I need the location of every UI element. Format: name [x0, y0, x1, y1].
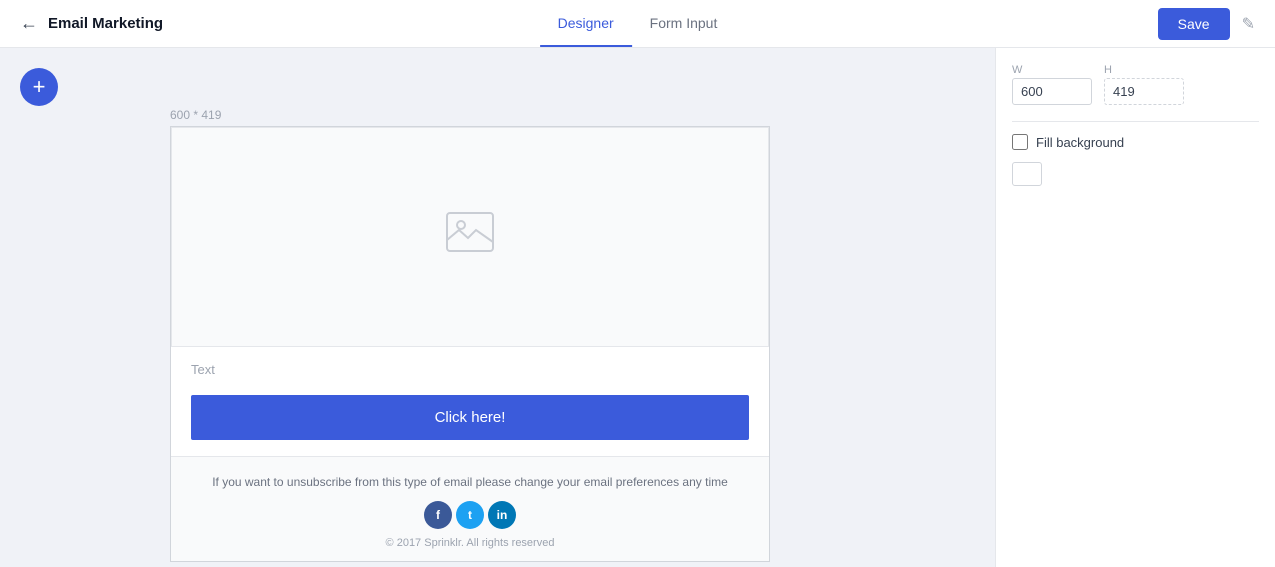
footer-unsubscribe-text: If you want to unsubscribe from this typ…: [191, 473, 749, 491]
tab-designer[interactable]: Designer: [540, 1, 632, 47]
main-layout: + 600 * 419: [0, 48, 1275, 567]
back-button[interactable]: ←: [20, 13, 38, 34]
fill-background-row: Fill background: [1012, 134, 1259, 150]
edit-icon[interactable]: ✎: [1242, 14, 1255, 34]
tab-form-input[interactable]: Form Input: [632, 1, 736, 47]
text-section: Text: [171, 347, 769, 387]
click-here-button[interactable]: Click here!: [191, 395, 749, 440]
color-swatch[interactable]: [1012, 162, 1042, 186]
twitter-icon[interactable]: t: [456, 501, 484, 529]
footer-copyright: © 2017 Sprinklr. All rights reserved: [191, 537, 749, 549]
linkedin-icon[interactable]: in: [488, 501, 516, 529]
social-icons: f t in: [191, 501, 749, 529]
text-label: Text: [191, 362, 215, 377]
image-placeholder-icon: [446, 212, 494, 262]
fill-background-label: Fill background: [1036, 135, 1124, 150]
save-button[interactable]: Save: [1158, 8, 1230, 40]
footer-section: If you want to unsubscribe from this typ…: [171, 456, 769, 561]
color-swatch-container: [1012, 162, 1259, 186]
topnav-tabs: Designer Form Input: [540, 1, 736, 47]
width-group: W: [1012, 64, 1092, 105]
facebook-icon[interactable]: f: [424, 501, 452, 529]
height-input[interactable]: [1104, 78, 1184, 105]
width-label: W: [1012, 64, 1092, 76]
image-section: [171, 127, 769, 347]
page-title: Email Marketing: [48, 15, 163, 32]
email-canvas: Text Click here! If you want to unsubscr…: [170, 126, 770, 562]
height-group: H: [1104, 64, 1184, 105]
fill-background-checkbox[interactable]: [1012, 134, 1028, 150]
dimensions-row: W H: [1012, 64, 1259, 105]
right-panel: W H Fill background: [995, 48, 1275, 567]
canvas-area: + 600 * 419: [0, 48, 995, 567]
width-input[interactable]: [1012, 78, 1092, 105]
canvas-wrapper: 600 * 419 Text: [170, 108, 975, 557]
add-button[interactable]: +: [20, 68, 58, 106]
topnav: ← Email Marketing Designer Form Input Sa…: [0, 0, 1275, 48]
canvas-dimensions-label: 600 * 419: [170, 108, 975, 122]
panel-divider: [1012, 121, 1259, 122]
height-label: H: [1104, 64, 1184, 76]
